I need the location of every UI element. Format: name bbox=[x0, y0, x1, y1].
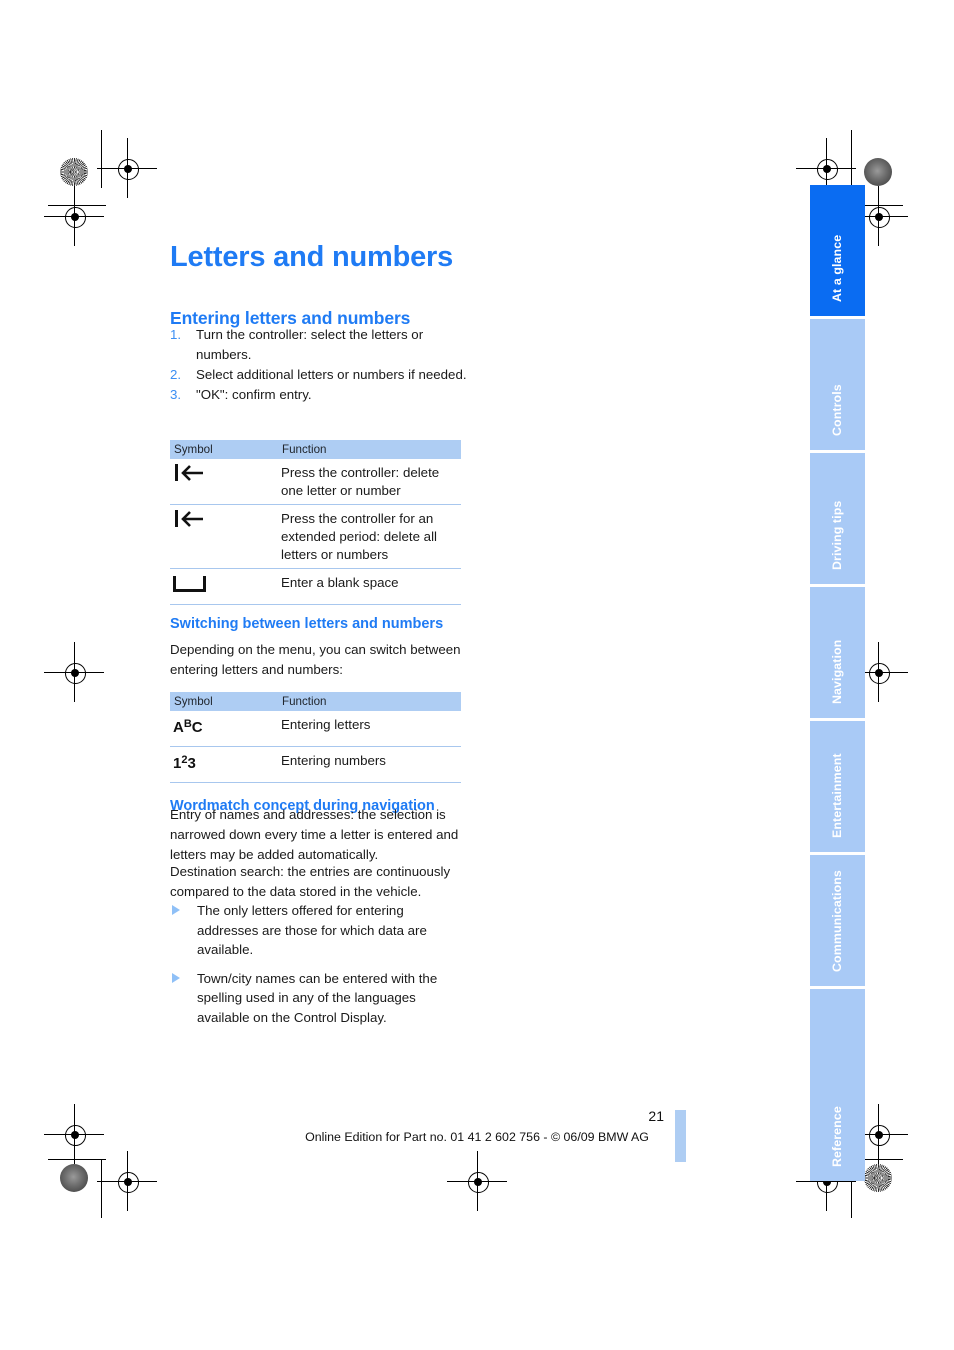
step-number: 3. bbox=[170, 387, 182, 402]
tab-label: At a glance bbox=[829, 234, 844, 302]
print-target-tl bbox=[60, 158, 88, 186]
crop-line-tl-v bbox=[101, 130, 102, 188]
abc-letters-icon: ABC bbox=[173, 718, 203, 736]
tab-label: Communications bbox=[829, 870, 844, 972]
crop-line-bl-v bbox=[101, 1160, 102, 1218]
registration-mark-bottom-center bbox=[447, 1151, 507, 1211]
symbol-cell: ABC bbox=[170, 715, 281, 742]
step-number: 1. bbox=[170, 327, 182, 342]
bullet-text: Town/city names can be entered with the … bbox=[197, 970, 438, 1025]
table-header-row: Symbol Function bbox=[170, 440, 461, 459]
sidebar-item-controls[interactable]: Controls bbox=[810, 319, 865, 450]
print-target-tr bbox=[864, 158, 892, 186]
entering-steps-list: 1. Turn the controller: select the lette… bbox=[170, 325, 470, 405]
crop-line-bl-h bbox=[48, 1159, 106, 1160]
sidebar-item-entertainment[interactable]: Entertainment bbox=[810, 721, 865, 852]
wordmatch-bullet-list: The only letters offered for entering ad… bbox=[170, 901, 465, 1036]
list-item: 2. Select additional letters or numbers … bbox=[170, 365, 470, 385]
footer-edition-notice: Online Edition for Part no. 01 41 2 602 … bbox=[305, 1130, 649, 1144]
triangle-bullet-icon bbox=[172, 972, 180, 983]
wordmatch-paragraph-1: Entry of names and addresses: the select… bbox=[170, 807, 459, 862]
numbers-123-icon: 123 bbox=[173, 754, 196, 772]
tab-label: Navigation bbox=[829, 639, 844, 704]
table-row: Press the controller for an extended per… bbox=[170, 505, 461, 569]
tab-label: Entertainment bbox=[829, 753, 844, 838]
function-cell: Press the controller for an extended per… bbox=[281, 511, 437, 562]
symbol-cell bbox=[170, 573, 281, 600]
registration-mark-tl bbox=[97, 138, 157, 198]
sidebar-item-navigation[interactable]: Navigation bbox=[810, 587, 865, 718]
registration-mark-mid-right bbox=[848, 642, 908, 702]
crop-line-tr-v bbox=[851, 130, 852, 188]
symbol-cell bbox=[170, 463, 281, 500]
function-cell: Press the controller: delete one letter … bbox=[281, 465, 440, 498]
backspace-icon bbox=[173, 463, 207, 483]
function-cell: Entering numbers bbox=[281, 753, 386, 768]
list-item: 1. Turn the controller: select the lette… bbox=[170, 325, 470, 365]
registration-mark-tr bbox=[796, 138, 856, 198]
tab-label: Driving tips bbox=[829, 500, 844, 570]
column-header-function: Function bbox=[282, 443, 327, 456]
table-row: 123 Entering numbers bbox=[170, 747, 461, 783]
column-header-symbol: Symbol bbox=[174, 443, 213, 456]
tab-label: Controls bbox=[829, 384, 844, 436]
list-item: Town/city names can be entered with the … bbox=[170, 969, 465, 1028]
sidebar-item-reference[interactable]: Reference bbox=[810, 1050, 865, 1181]
page-title: Letters and numbers bbox=[170, 241, 454, 274]
table-row: Enter a blank space bbox=[170, 569, 461, 605]
table-header-row: Symbol Function bbox=[170, 692, 461, 711]
table-row: ABC Entering letters bbox=[170, 711, 461, 747]
registration-mark-left bbox=[44, 186, 104, 246]
sidebar-item-at-a-glance[interactable]: At a glance bbox=[810, 185, 865, 316]
backspace-icon bbox=[173, 509, 207, 529]
wordmatch-paragraph-2: Destination search: the entries are cont… bbox=[170, 864, 451, 899]
list-item: The only letters offered for entering ad… bbox=[170, 901, 465, 960]
switching-intro-paragraph: Depending on the menu, you can switch be… bbox=[170, 642, 461, 677]
sidebar-item-communications[interactable]: Communications bbox=[810, 855, 865, 986]
manual-page: Letters and numbers Entering letters and… bbox=[0, 0, 954, 1350]
section-heading-switching: Switching between letters and numbers bbox=[170, 615, 444, 632]
triangle-bullet-icon bbox=[172, 905, 180, 915]
function-cell: Enter a blank space bbox=[281, 575, 399, 590]
symbol-cell: 123 bbox=[170, 751, 281, 778]
step-text: Select additional letters or numbers if … bbox=[196, 367, 467, 382]
symbol-cell bbox=[170, 509, 281, 564]
symbols-table: Symbol Function Press the controller: de… bbox=[170, 440, 461, 605]
registration-mark-bl bbox=[97, 1151, 157, 1211]
switching-table: Symbol Function ABC Entering letters 123… bbox=[170, 692, 461, 783]
table-row: Press the controller: delete one letter … bbox=[170, 459, 461, 505]
step-text: Turn the controller: select the letters … bbox=[196, 327, 424, 362]
page-number: 21 bbox=[648, 1108, 664, 1124]
step-text: "OK": confirm entry. bbox=[196, 387, 312, 402]
crop-line-tl-h bbox=[48, 205, 106, 206]
registration-mark-mid-left bbox=[44, 642, 104, 702]
column-header-symbol: Symbol bbox=[174, 695, 213, 708]
bullet-text: The only letters offered for entering ad… bbox=[197, 903, 427, 957]
print-target-br bbox=[864, 1164, 892, 1192]
registration-mark-right-top bbox=[848, 186, 908, 246]
space-bar-icon bbox=[173, 576, 206, 592]
print-target-bl bbox=[60, 1164, 88, 1192]
column-header-function: Function bbox=[282, 695, 327, 708]
sidebar-item-driving-tips[interactable]: Driving tips bbox=[810, 453, 865, 584]
step-number: 2. bbox=[170, 367, 182, 382]
function-cell: Entering letters bbox=[281, 717, 371, 732]
list-item: 3. "OK": confirm entry. bbox=[170, 385, 470, 405]
